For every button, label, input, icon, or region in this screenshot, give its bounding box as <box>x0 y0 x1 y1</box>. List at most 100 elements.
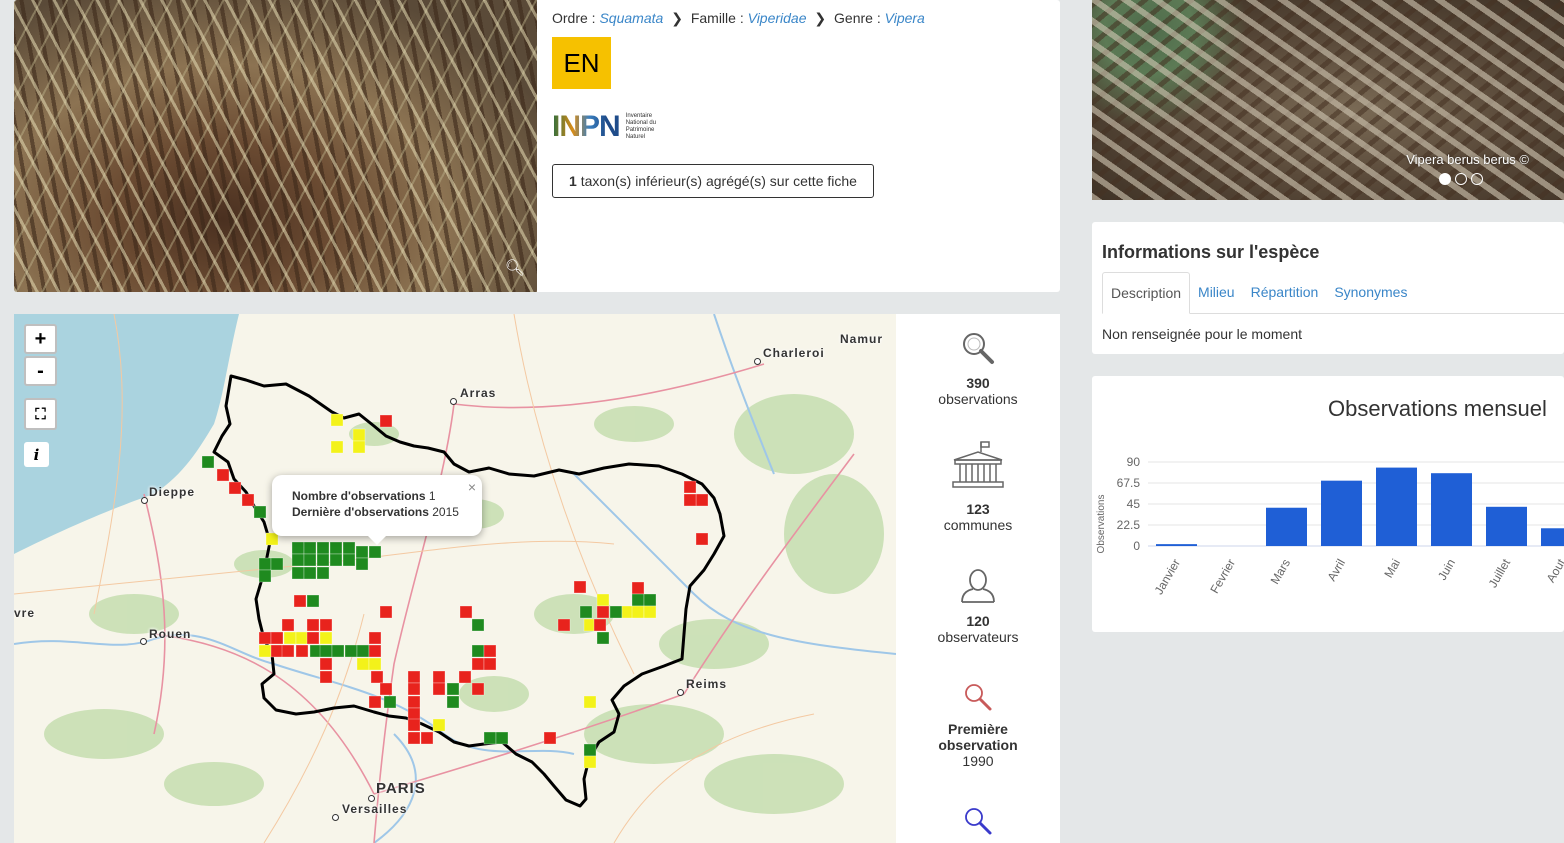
grid-cell[interactable] <box>407 670 421 684</box>
grid-cell[interactable] <box>342 541 356 555</box>
grid-cell[interactable] <box>330 413 344 427</box>
grid-cell[interactable] <box>316 566 330 580</box>
grid-cell[interactable] <box>281 618 295 632</box>
grid-cell[interactable] <box>483 644 497 658</box>
grid-cell[interactable] <box>446 695 460 709</box>
tab-description[interactable]: Description <box>1102 272 1191 314</box>
grid-cell[interactable] <box>471 657 485 671</box>
grid-cell[interactable] <box>579 605 593 619</box>
grid-cell[interactable] <box>303 541 317 555</box>
grid-cell[interactable] <box>379 682 393 696</box>
grid-cell[interactable] <box>683 493 697 507</box>
grid-cell[interactable] <box>583 755 597 769</box>
grid-cell[interactable] <box>329 553 343 567</box>
genre-link[interactable]: Vipera <box>885 10 925 26</box>
grid-cell[interactable] <box>543 731 557 745</box>
grid-cell[interactable] <box>483 657 497 671</box>
grid-cell[interactable] <box>379 605 393 619</box>
chart-bar[interactable] <box>1431 473 1472 546</box>
grid-cell[interactable] <box>459 605 473 619</box>
grid-cell[interactable] <box>201 455 215 469</box>
grid-cell[interactable] <box>483 731 497 745</box>
grid-cell[interactable] <box>383 695 397 709</box>
grid-cell[interactable] <box>342 553 356 567</box>
grid-cell[interactable] <box>331 644 345 658</box>
grid-cell[interactable] <box>281 644 295 658</box>
grid-cell[interactable] <box>407 707 421 721</box>
grid-cell[interactable] <box>319 670 333 684</box>
grid-cell[interactable] <box>583 695 597 709</box>
chart-bar[interactable] <box>1376 467 1417 546</box>
grid-cell[interactable] <box>407 682 421 696</box>
grid-cell[interactable] <box>316 553 330 567</box>
grid-cell[interactable] <box>356 644 370 658</box>
grid-cell[interactable] <box>695 493 709 507</box>
grid-cell[interactable] <box>352 428 366 442</box>
grid-cell[interactable] <box>241 493 255 507</box>
famille-link[interactable]: Viperidae <box>748 10 807 26</box>
distribution-map[interactable]: + - ⛶ i × Nombre d'observations 1 Derniè… <box>14 314 896 843</box>
grid-cell[interactable] <box>216 468 230 482</box>
carousel-photo[interactable]: Vipera berus berus © <box>1092 0 1564 200</box>
grid-cell[interactable] <box>270 631 284 645</box>
grid-cell[interactable] <box>306 618 320 632</box>
chart-bar[interactable] <box>1156 544 1197 546</box>
grid-cell[interactable] <box>306 631 320 645</box>
grid-cell[interactable] <box>446 682 460 696</box>
ordre-link[interactable]: Squamata <box>599 10 663 26</box>
lower-taxa-button[interactable]: 1 taxon(s) inférieur(s) agrégé(s) sur ce… <box>552 164 874 198</box>
grid-cell[interactable] <box>258 557 272 571</box>
grid-cell[interactable] <box>495 731 509 745</box>
grid-cell[interactable] <box>368 644 382 658</box>
carousel-dot-2[interactable] <box>1455 173 1467 185</box>
grid-cell[interactable] <box>407 695 421 709</box>
tab-repartition[interactable]: Répartition <box>1243 272 1327 313</box>
popup-close-icon[interactable]: × <box>468 479 476 495</box>
fullscreen-icon[interactable]: ⛶ <box>24 398 57 430</box>
carousel-dot-3[interactable] <box>1471 173 1483 185</box>
grid-cell[interactable] <box>319 657 333 671</box>
grid-cell[interactable] <box>355 545 369 559</box>
grid-cell[interactable] <box>407 731 421 745</box>
grid-cell[interactable] <box>316 541 330 555</box>
zoom-in-button[interactable]: + <box>24 324 57 354</box>
grid-cell[interactable] <box>356 657 370 671</box>
grid-cell[interactable] <box>293 594 307 608</box>
grid-cell[interactable] <box>295 644 309 658</box>
grid-cell[interactable] <box>319 618 333 632</box>
grid-cell[interactable] <box>253 505 267 519</box>
grid-cell[interactable] <box>291 553 305 567</box>
grid-cell[interactable] <box>330 440 344 454</box>
grid-cell[interactable] <box>303 553 317 567</box>
grid-cell[interactable] <box>283 631 297 645</box>
grid-cell[interactable] <box>258 569 272 583</box>
grid-cell[interactable] <box>407 718 421 732</box>
grid-cell[interactable] <box>368 657 382 671</box>
grid-cell[interactable] <box>631 605 645 619</box>
photo-zoom-icon[interactable]: 🔍︎ <box>505 258 525 278</box>
grid-cell[interactable] <box>344 644 358 658</box>
grid-cell[interactable] <box>596 593 610 607</box>
chart-bar[interactable] <box>1541 528 1564 546</box>
grid-cell[interactable] <box>291 566 305 580</box>
tab-synonymes[interactable]: Synonymes <box>1326 272 1415 313</box>
grid-cell[interactable] <box>432 718 446 732</box>
grid-cell[interactable] <box>583 743 597 757</box>
chart-bar[interactable] <box>1321 480 1362 546</box>
grid-cell[interactable] <box>596 631 610 645</box>
grid-cell[interactable] <box>329 541 343 555</box>
grid-cell[interactable] <box>319 631 333 645</box>
carousel-dot-1[interactable] <box>1439 173 1451 185</box>
grid-cell[interactable] <box>471 644 485 658</box>
grid-cell[interactable] <box>420 731 434 745</box>
grid-cell[interactable] <box>557 618 571 632</box>
grid-cell[interactable] <box>352 440 366 454</box>
grid-cell[interactable] <box>432 682 446 696</box>
chart-bar[interactable] <box>1266 507 1307 546</box>
grid-cell[interactable] <box>643 605 657 619</box>
grid-cell[interactable] <box>228 481 242 495</box>
tab-milieu[interactable]: Milieu <box>1190 272 1243 313</box>
grid-cell[interactable] <box>370 670 384 684</box>
grid-cell[interactable] <box>643 593 657 607</box>
grid-cell[interactable] <box>265 532 279 546</box>
